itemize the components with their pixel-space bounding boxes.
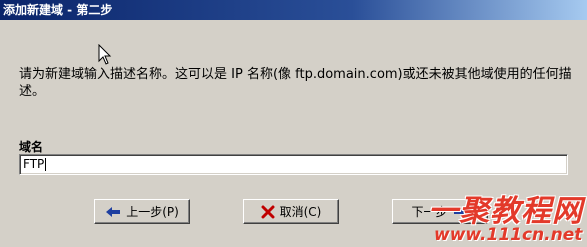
back-button[interactable]: 上一步(P)	[94, 199, 190, 224]
watermark-logo: 一聚教程网 www.111cn.net	[400, 182, 587, 247]
cancel-button-label: 取消(C)	[279, 205, 322, 219]
instructions-text: 请为新建域输入描述名称。这可以是 IP 名称(像 ftp.domain.com)…	[19, 67, 572, 99]
watermark-url: www.111cn.net	[434, 225, 583, 245]
text-caret	[45, 158, 47, 171]
title-bar: 添加新建域 - 第二步	[0, 0, 587, 20]
red-x-icon	[261, 205, 275, 218]
domain-name-value: FTP	[23, 157, 45, 171]
cancel-button[interactable]: 取消(C)	[243, 199, 339, 224]
domain-name-label: 域名	[19, 140, 44, 154]
back-button-label: 上一步(P)	[126, 205, 179, 219]
watermark-title: 一聚教程网	[428, 194, 583, 229]
window-title: 添加新建域 - 第二步	[3, 3, 113, 17]
mouse-cursor-icon	[98, 44, 112, 65]
left-arrow-icon	[106, 206, 121, 217]
domain-name-input[interactable]: FTP	[19, 154, 568, 175]
